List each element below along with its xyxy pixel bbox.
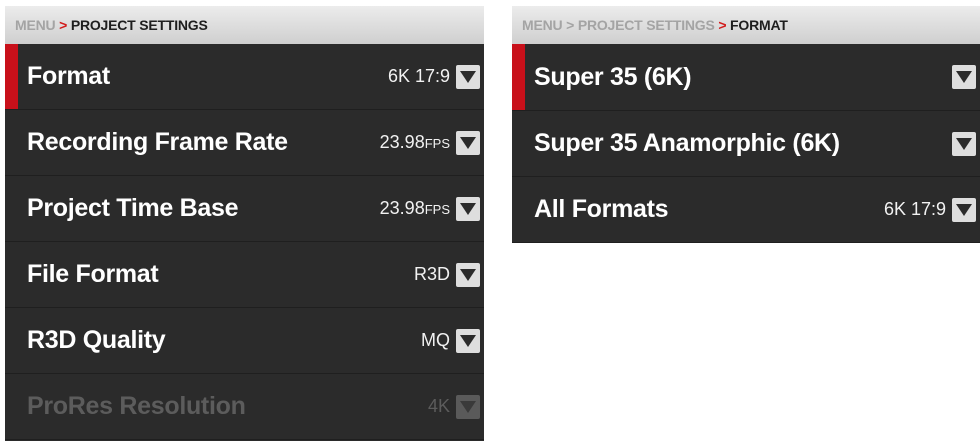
breadcrumb: MENU > PROJECT SETTINGS [5,6,484,44]
row-value: 6K 17:9 [883,199,946,219]
dropdown-button[interactable] [456,64,480,89]
chevron-down-icon [956,71,972,83]
row-label: Project Time Base [27,194,239,222]
breadcrumb-menu[interactable]: MENU [15,17,56,33]
row-value: MQ [421,330,450,350]
row-label: Format [27,62,110,90]
dropdown-button[interactable] [456,328,480,353]
menu-row-format[interactable]: Format 6K 17:9 [5,44,484,110]
breadcrumb-separator: > [718,17,727,33]
breadcrumb-current: FORMAT [730,17,788,33]
row-label: R3D Quality [27,326,166,354]
dropdown-button[interactable] [456,262,480,287]
menu-row-super35-6k[interactable]: Super 35 (6K) [512,44,980,111]
row-label: ProRes Resolution [27,392,246,420]
menu-row-recording-frame-rate[interactable]: Recording Frame Rate 23.98FPS [5,110,484,176]
menu-row-super35-anamorphic-6k[interactable]: Super 35 Anamorphic (6K) [512,111,980,177]
dropdown-button[interactable] [456,130,480,155]
row-value: R3D [413,264,450,284]
chevron-down-icon [460,202,476,215]
row-label: All Formats [534,195,669,223]
menu-row-r3d-quality[interactable]: R3D Quality MQ [5,308,484,374]
dropdown-button[interactable] [952,197,976,222]
project-settings-panel: MENU > PROJECT SETTINGS Format 6K 17:9 R… [5,6,484,441]
menu-row-project-time-base[interactable]: Project Time Base 23.98FPS [5,176,484,242]
chevron-down-icon [460,70,476,83]
dropdown-button[interactable] [456,196,480,221]
menu-row-prores-resolution: ProRes Resolution 4K [5,374,484,440]
breadcrumb: MENU > PROJECT SETTINGS > FORMAT [512,6,980,44]
row-label: Super 35 Anamorphic (6K) [534,129,840,157]
chevron-down-icon [460,334,476,347]
row-value: 23.98FPS [379,198,450,218]
chevron-down-icon [460,400,476,413]
breadcrumb-menu[interactable]: MENU [522,17,563,33]
row-value: 23.98FPS [379,132,450,152]
chevron-down-icon [956,203,972,216]
row-label: File Format [27,260,159,288]
chevron-down-icon [460,136,476,149]
row-value: 6K 17:9 [387,66,450,86]
dropdown-button[interactable] [952,65,976,89]
dropdown-button[interactable] [952,131,976,156]
chevron-down-icon [956,137,972,150]
row-label: Recording Frame Rate [27,128,288,156]
row-label: Super 35 (6K) [534,62,692,91]
dropdown-button [456,394,480,419]
row-value: 4K [427,396,450,416]
menu-row-file-format[interactable]: File Format R3D [5,242,484,308]
chevron-down-icon [460,268,476,281]
breadcrumb-separator: > [59,17,68,33]
breadcrumb-separator: > [566,17,575,33]
breadcrumb-project-settings[interactable]: PROJECT SETTINGS [578,17,715,33]
menu-row-all-formats[interactable]: All Formats 6K 17:9 [512,177,980,243]
format-panel: MENU > PROJECT SETTINGS > FORMAT Super 3… [512,6,980,243]
breadcrumb-current: PROJECT SETTINGS [70,17,208,33]
